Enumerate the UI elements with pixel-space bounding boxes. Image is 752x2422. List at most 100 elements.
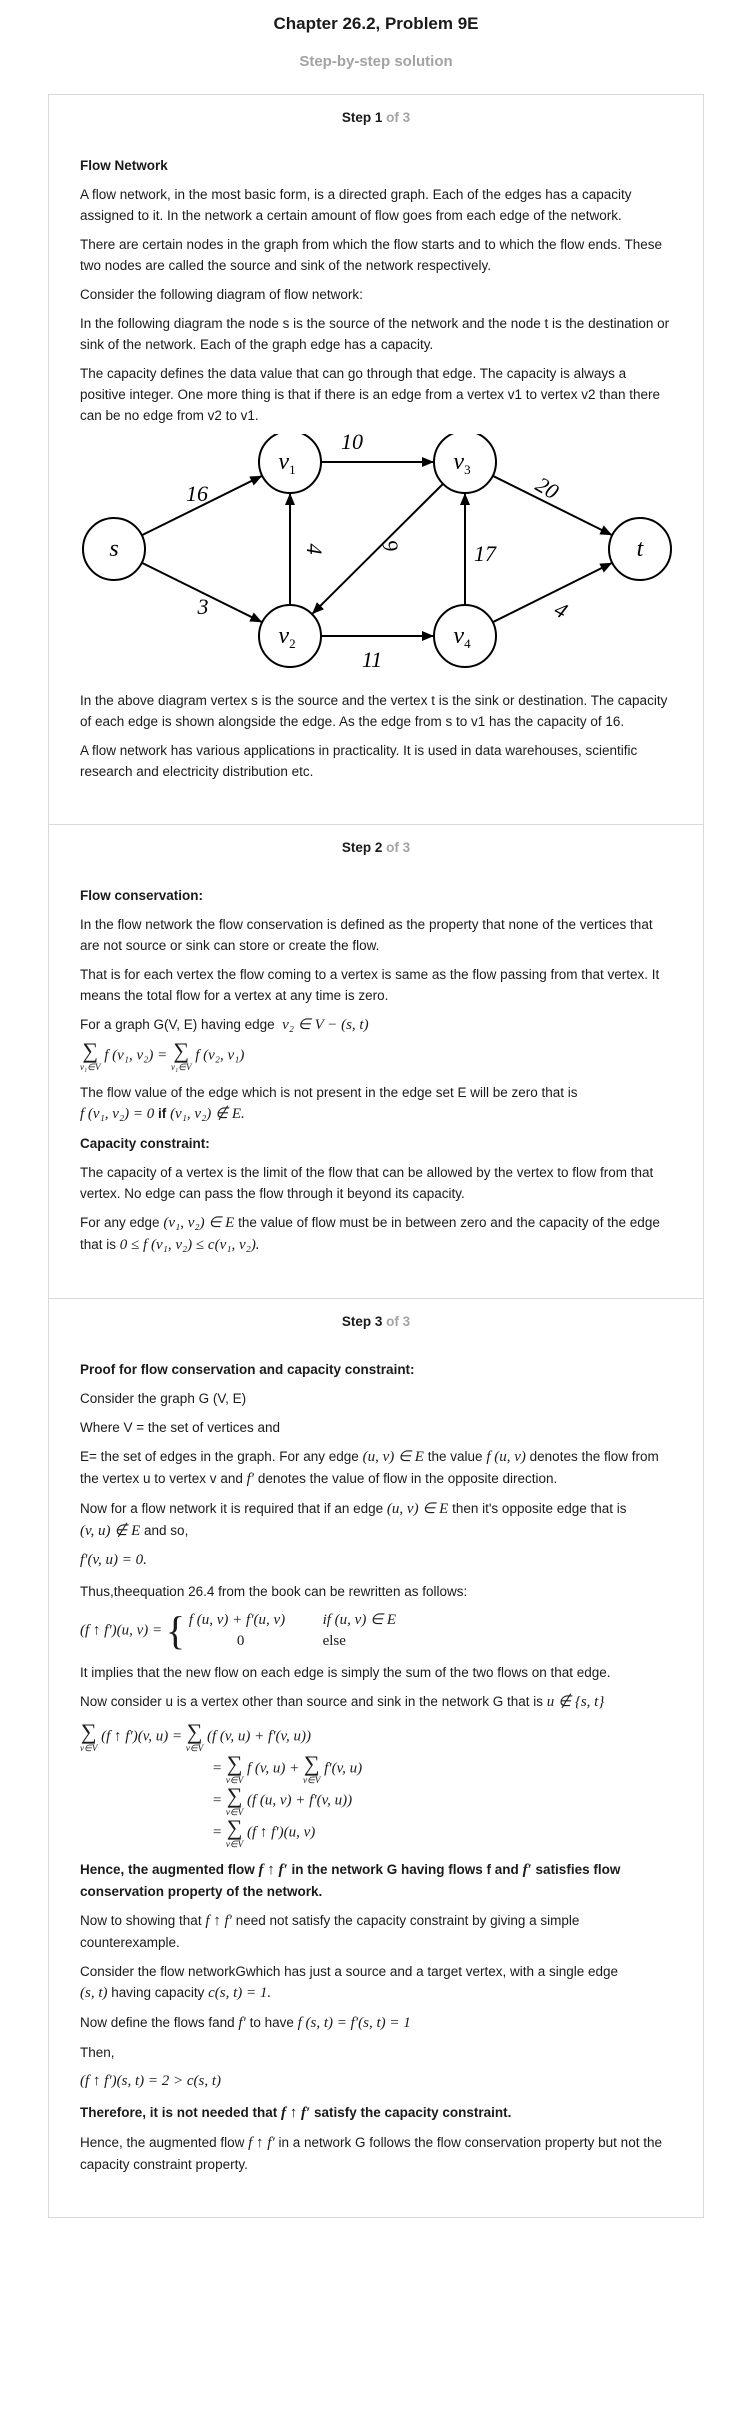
step-count: of 3 <box>386 1314 411 1329</box>
math-expression: (v₁, v₂) ∈ E <box>163 1215 235 1231</box>
paragraph: In the following diagram the node s is t… <box>80 316 670 352</box>
summation: ∑ v∈V <box>226 1783 243 1818</box>
paragraph: Therefore, it is not needed that f ↑ f′ … <box>80 2102 672 2124</box>
summation: ∑ v∈V <box>186 1721 203 1754</box>
math-expression: 0 ≤ f (v₁, v₂) ≤ c(v₁, v₂). <box>119 1237 260 1253</box>
paragraph: That is for each vertex the flow coming … <box>80 967 660 1003</box>
math-expression: (f ↑ f′)(u, v) = <box>80 1622 166 1639</box>
sigma-symbol: ∑ <box>226 1815 243 1840</box>
paragraph: Where V = the set of vertices and <box>80 1420 280 1435</box>
edge-capacity-label: 4 <box>550 596 571 623</box>
edge-capacity-label: 20 <box>531 472 563 505</box>
math-expression: (f (u, v) + f′(v, u)) <box>246 1792 353 1809</box>
conservation-equation: ∑ v₁∈V f (v₁, v₂) = ∑ v₁∈V f (v₂, v₁) <box>80 1040 672 1073</box>
step-2-header: Step 2 of 3 <box>80 825 672 865</box>
section-heading: Flow conservation: <box>80 888 204 903</box>
summation-index: v₁∈V <box>171 1062 192 1072</box>
summation: ∑ v∈V <box>303 1751 320 1786</box>
paragraph: Consider the graph G (V, E) <box>80 1391 247 1406</box>
text-run: Now define the flows fand <box>80 2015 235 2030</box>
math-expression: c(s, t) = 1. <box>208 1985 272 2001</box>
paragraph: Hence, the augmented flow f ↑ f′ in a ne… <box>80 2132 672 2175</box>
math-expression: f′(v, u) <box>324 1760 363 1777</box>
text-run: The flow value of the edge which is not … <box>80 1085 578 1100</box>
math-expression: (u, v) ∈ E <box>362 1449 424 1465</box>
solution-card: Step 1 of 3 Flow Network A flow network,… <box>48 94 704 2218</box>
node-label-s: s <box>109 536 118 562</box>
paragraph: Now for a flow network it is required th… <box>80 1498 672 1542</box>
sigma-symbol: ∑ <box>80 1719 97 1744</box>
edge-capacity-label: 16 <box>186 481 208 506</box>
math-expression: (u, v) ∈ E <box>386 1501 449 1517</box>
brace-symbol: { <box>165 1608 186 1653</box>
math-expression: f ↑ f′ <box>258 1862 288 1878</box>
node-subscript: 1 <box>289 462 296 477</box>
text-run: to have <box>249 2015 294 2030</box>
math-expression: u ∉ {s, t} <box>546 1694 605 1710</box>
paragraph: E= the set of edges in the graph. For an… <box>80 1446 672 1490</box>
piecewise-cases: f (u, v) + f′(u, v) if (u, v) ∈ E 0 else <box>189 1610 396 1652</box>
text-run: Consider the flow networkGwhich has just… <box>80 1964 619 1979</box>
edge-v3-v2 <box>311 483 444 615</box>
step-2: Step 2 of 3 Flow conservation: In the fl… <box>49 824 703 1298</box>
case-condition: else <box>322 1633 346 1649</box>
math-expression: f (s, t) = f′(s, t) = 1 <box>297 2015 411 2031</box>
math-expression: f (v₂, v₁) <box>195 1047 245 1064</box>
text-run: then it's opposite edge that is <box>452 1501 627 1516</box>
edge-capacity-label: 17 <box>474 541 497 566</box>
math-expression: f ↑ f′ <box>205 1913 232 1929</box>
edge-capacity-label: 10 <box>341 434 363 454</box>
text-run: Now to showing that <box>80 1913 202 1928</box>
summation-index: v₁∈V <box>80 1062 101 1072</box>
solution-subtitle: Step-by-step solution <box>299 53 453 70</box>
paragraph: There are certain nodes in the graph fro… <box>80 237 663 273</box>
augmented-flow-definition: (f ↑ f′)(u, v) = { f (u, v) + f′(u, v) i… <box>80 1610 672 1652</box>
case-row: f (u, v) + f′(u, v) if (u, v) ∈ E <box>189 1610 396 1631</box>
paragraph: For a graph G(V, E) having edge v₂ ∈ V −… <box>80 1014 672 1036</box>
text-run: having capacity <box>111 1985 205 2000</box>
math-expression: (f (v, u) + f′(v, u)) <box>206 1728 312 1745</box>
paragraph: The flow value of the edge which is not … <box>80 1082 672 1125</box>
paragraph: Hence, the augmented flow f ↑ f′ in the … <box>80 1859 672 1902</box>
paragraph: For any edge (v₁, v₂) ∈ E the value of f… <box>80 1212 672 1256</box>
summation: ∑ v∈V <box>225 1815 244 1850</box>
math-expression: (f ↑ f′)(u, v) <box>246 1824 316 1841</box>
paragraph: Then, <box>80 2045 115 2060</box>
paragraph: Consider the flow networkGwhich has just… <box>80 1961 672 2004</box>
chapter-title: Chapter 26.2, Problem 9E <box>273 14 479 33</box>
conservation-derivation: ∑ v∈V (f ↑ f′)(v, u) = ∑ v∈V (f (v, u) + f… <box>80 1719 672 1850</box>
paragraph: Thus,theequation 26.4 from the book can … <box>80 1584 468 1599</box>
text-run: For a graph G(V, E) having edge <box>80 1017 275 1032</box>
case-row: 0 else <box>189 1631 396 1652</box>
math-expression: (v₁, v₂) ∉ E. <box>170 1106 245 1122</box>
math-expression: f′ <box>246 1471 255 1487</box>
text-run: For any edge <box>80 1215 160 1230</box>
edge-capacity-label: 11 <box>362 647 382 672</box>
summation: ∑ v₁∈V <box>171 1040 192 1073</box>
edge-capacity-label: 4 <box>302 544 327 555</box>
node-subscript: 3 <box>464 462 471 477</box>
text-run: denotes the value of flow in the opposit… <box>257 1471 558 1486</box>
summation-index: v∈V <box>225 1839 244 1849</box>
text-run: and so, <box>144 1523 189 1538</box>
text-run: Now for a flow network it is required th… <box>80 1501 384 1516</box>
step-count: of 3 <box>386 110 411 125</box>
step-3: Step 3 of 3 Proof for flow conservation … <box>49 1298 703 2217</box>
math-expression: f ↑ f′ <box>248 2135 275 2151</box>
sigma-symbol: ∑ <box>303 1751 320 1776</box>
step-label: Step 3 <box>341 1314 383 1329</box>
summation: ∑ v₁∈V <box>80 1040 101 1073</box>
case-expression: f (u, v) + f′(u, v) <box>188 1612 286 1628</box>
paragraph: Now to showing that f ↑ f′ need not sati… <box>80 1910 672 1953</box>
summation-index: v∈V <box>80 1743 98 1753</box>
summation: ∑ v∈V <box>226 1753 243 1786</box>
derivation-line: = ∑ v∈V (f ↑ f′)(u, v) <box>212 1815 316 1850</box>
text-run: Hence, the augmented flow <box>80 1862 255 1877</box>
math-expression: f′ <box>522 1862 532 1878</box>
sigma-symbol: ∑ <box>226 1783 243 1808</box>
summation: ∑ v∈V <box>80 1719 98 1754</box>
paragraph: Now define the flows fand f′ to have f (… <box>80 2012 672 2034</box>
math-expression: (f ↑ f′)(v, u) = <box>101 1728 186 1745</box>
math-expression: (v, u) ∉ E <box>80 1523 141 1539</box>
case-condition: if (u, v) ∈ E <box>322 1612 397 1628</box>
